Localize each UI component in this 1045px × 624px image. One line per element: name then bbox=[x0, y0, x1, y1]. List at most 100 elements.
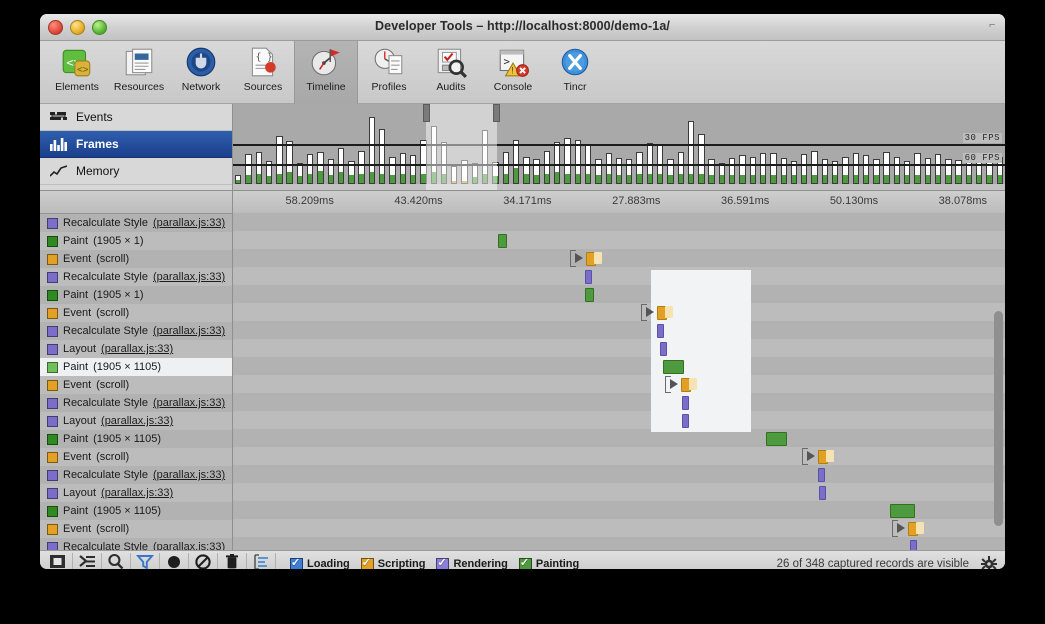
record-row[interactable]: Recalculate Style(parallax.js:33) bbox=[40, 538, 232, 550]
record-row[interactable]: Recalculate Style(parallax.js:33) bbox=[40, 394, 232, 412]
frame-bar[interactable] bbox=[811, 151, 817, 184]
record-row[interactable]: Event(scroll) bbox=[40, 520, 232, 538]
toolbar-tab-audits[interactable]: Audits bbox=[420, 41, 482, 105]
legend-checkbox[interactable] bbox=[290, 558, 303, 570]
timeline-row[interactable] bbox=[233, 303, 1005, 321]
timeline-bar-rend[interactable] bbox=[910, 540, 917, 550]
sidebar-item-events[interactable]: Events bbox=[40, 104, 232, 131]
toolbar-tab-elements[interactable]: <><>Elements bbox=[46, 41, 108, 105]
record-row[interactable]: Recalculate Style(parallax.js:33) bbox=[40, 268, 232, 286]
resize-corner-icon[interactable]: ⌐ bbox=[989, 20, 1001, 32]
timeline-row[interactable] bbox=[233, 321, 1005, 339]
frame-bar[interactable] bbox=[883, 152, 889, 184]
legend-item-scripting[interactable]: Scripting bbox=[361, 558, 426, 570]
frame-bar[interactable] bbox=[410, 155, 416, 184]
frame-bar[interactable] bbox=[400, 153, 406, 184]
frame-bar[interactable] bbox=[328, 159, 334, 184]
record-row[interactable]: Paint(1905 × 1105) bbox=[40, 502, 232, 520]
record-detail-label[interactable]: (parallax.js:33) bbox=[153, 541, 225, 550]
record-row[interactable]: Paint(1905 × 1) bbox=[40, 286, 232, 304]
record-detail-label[interactable]: (parallax.js:33) bbox=[101, 415, 173, 427]
timeline-row[interactable] bbox=[233, 393, 1005, 411]
record-row[interactable]: Event(scroll) bbox=[40, 448, 232, 466]
timeline-bar-paint[interactable] bbox=[663, 360, 684, 374]
frame-bar[interactable] bbox=[256, 152, 262, 184]
toolbar-tab-network[interactable]: Network bbox=[170, 41, 232, 105]
console-drawer-button[interactable] bbox=[73, 553, 102, 569]
legend-item-loading[interactable]: Loading bbox=[290, 558, 350, 570]
record-row[interactable]: Paint(1905 × 1105) bbox=[40, 430, 232, 448]
record-row[interactable]: Paint(1905 × 1) bbox=[40, 232, 232, 250]
frame-bar[interactable] bbox=[307, 154, 313, 184]
filter-button[interactable] bbox=[131, 553, 160, 569]
frame-bar[interactable] bbox=[688, 121, 694, 184]
frame-bar[interactable] bbox=[698, 134, 704, 184]
frame-bar[interactable] bbox=[739, 155, 745, 184]
record-row[interactable]: Event(scroll) bbox=[40, 376, 232, 394]
record-detail-label[interactable]: (parallax.js:33) bbox=[153, 217, 225, 229]
frame-bar[interactable] bbox=[544, 151, 550, 184]
toolbar-tab-timeline[interactable]: Timeline bbox=[294, 41, 358, 105]
record-row[interactable]: Layout(parallax.js:33) bbox=[40, 340, 232, 358]
timeline-bar-paint[interactable] bbox=[585, 288, 594, 302]
record-row[interactable]: Recalculate Style(parallax.js:33) bbox=[40, 322, 232, 340]
timeline-bar-paint[interactable] bbox=[890, 504, 915, 518]
timeline-bar-rend[interactable] bbox=[682, 414, 689, 428]
frame-bar[interactable] bbox=[925, 158, 931, 184]
frame-bar[interactable] bbox=[626, 159, 632, 184]
legend-checkbox[interactable] bbox=[436, 558, 449, 570]
frame-bar[interactable] bbox=[245, 154, 251, 184]
frame-bar[interactable] bbox=[750, 157, 756, 184]
expand-triangle-icon[interactable] bbox=[670, 379, 678, 389]
timeline-row[interactable] bbox=[233, 483, 1005, 501]
timeline-row[interactable] bbox=[233, 375, 1005, 393]
timeline-row[interactable] bbox=[233, 213, 1005, 231]
frame-bar[interactable] bbox=[873, 159, 879, 184]
record-row[interactable]: Event(scroll) bbox=[40, 304, 232, 322]
timeline-row[interactable] bbox=[233, 249, 1005, 267]
record-detail-label[interactable]: (parallax.js:33) bbox=[153, 325, 225, 337]
frame-bar[interactable] bbox=[616, 158, 622, 184]
record-detail-label[interactable]: (parallax.js:33) bbox=[101, 343, 173, 355]
toolbar-tab-tincr[interactable]: Tincr bbox=[544, 41, 606, 105]
frame-bar[interactable] bbox=[389, 157, 395, 184]
frame-bar[interactable] bbox=[729, 158, 735, 184]
frame-bar[interactable] bbox=[708, 159, 714, 184]
toolbar-tab-console[interactable]: >_!Console bbox=[482, 41, 544, 105]
timeline-row[interactable] bbox=[233, 411, 1005, 429]
record-button[interactable] bbox=[160, 553, 189, 569]
frame-bar[interactable] bbox=[606, 153, 612, 184]
timeline-bar-rend[interactable] bbox=[819, 486, 826, 500]
frame-bar[interactable] bbox=[894, 157, 900, 184]
timeline-bar-rend[interactable] bbox=[682, 396, 689, 410]
frame-bar[interactable] bbox=[781, 158, 787, 184]
timeline-bar-rend[interactable] bbox=[818, 468, 825, 482]
expand-triangle-icon[interactable] bbox=[897, 523, 905, 533]
frame-bar[interactable] bbox=[235, 175, 241, 185]
frame-bar[interactable] bbox=[863, 155, 869, 184]
toolbar-tab-sources[interactable]: { }Sources bbox=[232, 41, 294, 105]
frame-bar[interactable] bbox=[842, 157, 848, 184]
frame-bar[interactable] bbox=[801, 154, 807, 184]
record-detail-label[interactable]: (parallax.js:33) bbox=[101, 487, 173, 499]
frame-bar[interactable] bbox=[533, 159, 539, 184]
frames-overview-chart[interactable]: 30 FPS 60 FPS bbox=[233, 104, 1005, 190]
frame-bar[interactable] bbox=[770, 153, 776, 184]
frame-bar[interactable] bbox=[935, 154, 941, 184]
selection-handle-right[interactable] bbox=[493, 104, 500, 122]
record-detail-label[interactable]: (parallax.js:33) bbox=[153, 271, 225, 283]
expand-triangle-icon[interactable] bbox=[807, 451, 815, 461]
frame-bar[interactable] bbox=[358, 151, 364, 184]
timeline-bar-paint[interactable] bbox=[766, 432, 787, 446]
frame-bar[interactable] bbox=[379, 129, 385, 184]
frame-bar[interactable] bbox=[914, 153, 920, 184]
timeline-bar-paint[interactable] bbox=[498, 234, 507, 248]
timeline-row[interactable] bbox=[233, 447, 1005, 465]
timeline-row[interactable] bbox=[233, 465, 1005, 483]
selection-handle-left[interactable] bbox=[423, 104, 430, 122]
sidebar-item-memory[interactable]: Memory bbox=[40, 158, 232, 185]
legend-checkbox[interactable] bbox=[361, 558, 374, 570]
timeline-bar-rend[interactable] bbox=[585, 270, 592, 284]
frame-bar[interactable] bbox=[575, 140, 581, 184]
expand-triangle-icon[interactable] bbox=[575, 253, 583, 263]
